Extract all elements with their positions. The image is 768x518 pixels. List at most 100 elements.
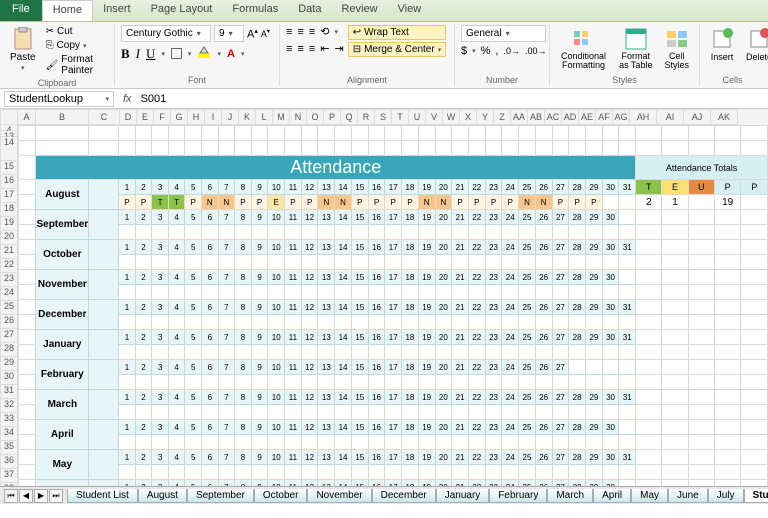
attendance-cell[interactable] — [218, 255, 235, 270]
col-header[interactable]: AJ — [684, 109, 711, 125]
attendance-cell[interactable] — [368, 345, 385, 360]
orientation-icon[interactable]: ⟲ — [320, 25, 329, 38]
attendance-cell[interactable]: N — [318, 195, 335, 210]
attendance-cell[interactable] — [202, 435, 219, 450]
attendance-cell[interactable] — [285, 345, 302, 360]
attendance-cell[interactable] — [485, 465, 502, 480]
sheet-tab[interactable]: February — [489, 489, 547, 503]
attendance-cell[interactable] — [235, 255, 252, 270]
align-top-icon[interactable]: ≡ — [286, 26, 292, 38]
attendance-cell[interactable] — [585, 465, 602, 480]
attendance-cell[interactable] — [251, 375, 268, 390]
col-header[interactable]: E — [137, 109, 154, 125]
attendance-cell[interactable] — [135, 285, 152, 300]
attendance-cell[interactable] — [335, 285, 352, 300]
attendance-cell[interactable] — [285, 465, 302, 480]
attendance-cell[interactable] — [251, 345, 268, 360]
attendance-cell[interactable]: P — [552, 195, 569, 210]
attendance-cell[interactable] — [485, 225, 502, 240]
row-header[interactable]: 18 — [0, 203, 18, 217]
align-right-icon[interactable]: ≡ — [309, 43, 315, 55]
attendance-cell[interactable] — [502, 315, 519, 330]
col-header[interactable]: H — [188, 109, 205, 125]
col-header[interactable]: Z — [494, 109, 511, 125]
attendance-cell[interactable] — [402, 405, 419, 420]
attendance-cell[interactable] — [435, 255, 452, 270]
grow-font-icon[interactable]: A▴ — [247, 27, 258, 41]
font-color-button[interactable]: A — [227, 48, 235, 60]
row-header[interactable]: 17 — [0, 189, 18, 203]
attendance-cell[interactable] — [185, 435, 202, 450]
attendance-cell[interactable] — [535, 255, 552, 270]
indent-decrease-icon[interactable]: ⇤ — [320, 42, 329, 55]
attendance-cell[interactable] — [418, 225, 435, 240]
col-header[interactable]: S — [375, 109, 392, 125]
row-header[interactable]: 27 — [0, 329, 18, 343]
attendance-cell[interactable]: P — [251, 195, 268, 210]
format-painter-button[interactable]: 🖌Format Painter — [44, 53, 108, 77]
decrease-decimal-icon[interactable]: .00→ — [525, 46, 547, 56]
attendance-cell[interactable] — [485, 405, 502, 420]
attendance-cell[interactable] — [318, 405, 335, 420]
attendance-cell[interactable] — [119, 285, 136, 300]
attendance-cell[interactable] — [552, 375, 569, 390]
attendance-cell[interactable] — [368, 375, 385, 390]
attendance-cell[interactable] — [619, 285, 636, 300]
attendance-cell[interactable] — [119, 465, 136, 480]
sheet-tab[interactable]: July — [708, 489, 744, 503]
sheet-tab[interactable]: December — [372, 489, 436, 503]
col-header[interactable]: X — [460, 109, 477, 125]
row-header[interactable]: 33 — [0, 413, 18, 427]
attendance-cell[interactable] — [168, 405, 185, 420]
col-header[interactable]: V — [426, 109, 443, 125]
attendance-cell[interactable] — [119, 225, 136, 240]
attendance-cell[interactable] — [152, 255, 169, 270]
attendance-cell[interactable] — [585, 285, 602, 300]
attendance-cell[interactable] — [152, 405, 169, 420]
attendance-cell[interactable] — [602, 405, 619, 420]
attendance-cell[interactable] — [519, 345, 536, 360]
attendance-cell[interactable] — [119, 345, 136, 360]
col-header[interactable]: AB — [528, 109, 545, 125]
attendance-cell[interactable] — [418, 345, 435, 360]
attendance-cell[interactable] — [301, 255, 318, 270]
row-header[interactable]: 36 — [0, 455, 18, 469]
attendance-cell[interactable] — [468, 375, 485, 390]
attendance-cell[interactable]: P — [351, 195, 368, 210]
col-header[interactable]: D — [120, 109, 137, 125]
col-header[interactable]: M — [273, 109, 290, 125]
attendance-cell[interactable] — [318, 465, 335, 480]
attendance-cell[interactable] — [351, 405, 368, 420]
attendance-cell[interactable] — [218, 345, 235, 360]
attendance-cell[interactable] — [318, 315, 335, 330]
col-header[interactable]: C — [89, 109, 120, 125]
attendance-cell[interactable] — [168, 465, 185, 480]
attendance-cell[interactable]: P — [301, 195, 318, 210]
attendance-cell[interactable] — [402, 285, 419, 300]
attendance-cell[interactable] — [418, 315, 435, 330]
attendance-cell[interactable] — [285, 405, 302, 420]
attendance-cell[interactable] — [235, 225, 252, 240]
tab-home[interactable]: Home — [42, 0, 93, 21]
attendance-cell[interactable] — [435, 225, 452, 240]
attendance-cell[interactable] — [385, 315, 402, 330]
attendance-cell[interactable] — [452, 375, 469, 390]
attendance-cell[interactable] — [552, 435, 569, 450]
attendance-cell[interactable] — [301, 345, 318, 360]
col-header[interactable]: N — [290, 109, 307, 125]
attendance-cell[interactable] — [268, 225, 285, 240]
attendance-cell[interactable] — [585, 435, 602, 450]
col-header[interactable]: T — [392, 109, 409, 125]
attendance-cell[interactable] — [152, 345, 169, 360]
attendance-cell[interactable] — [235, 285, 252, 300]
attendance-cell[interactable] — [602, 195, 619, 210]
attendance-cell[interactable] — [335, 435, 352, 450]
attendance-cell[interactable]: N — [335, 195, 352, 210]
attendance-cell[interactable] — [619, 375, 636, 390]
attendance-cell[interactable] — [619, 255, 636, 270]
col-header[interactable]: AD — [562, 109, 579, 125]
attendance-cell[interactable] — [519, 375, 536, 390]
insert-cells-button[interactable]: Insert — [706, 25, 738, 64]
col-header[interactable]: R — [358, 109, 375, 125]
attendance-cell[interactable] — [619, 465, 636, 480]
